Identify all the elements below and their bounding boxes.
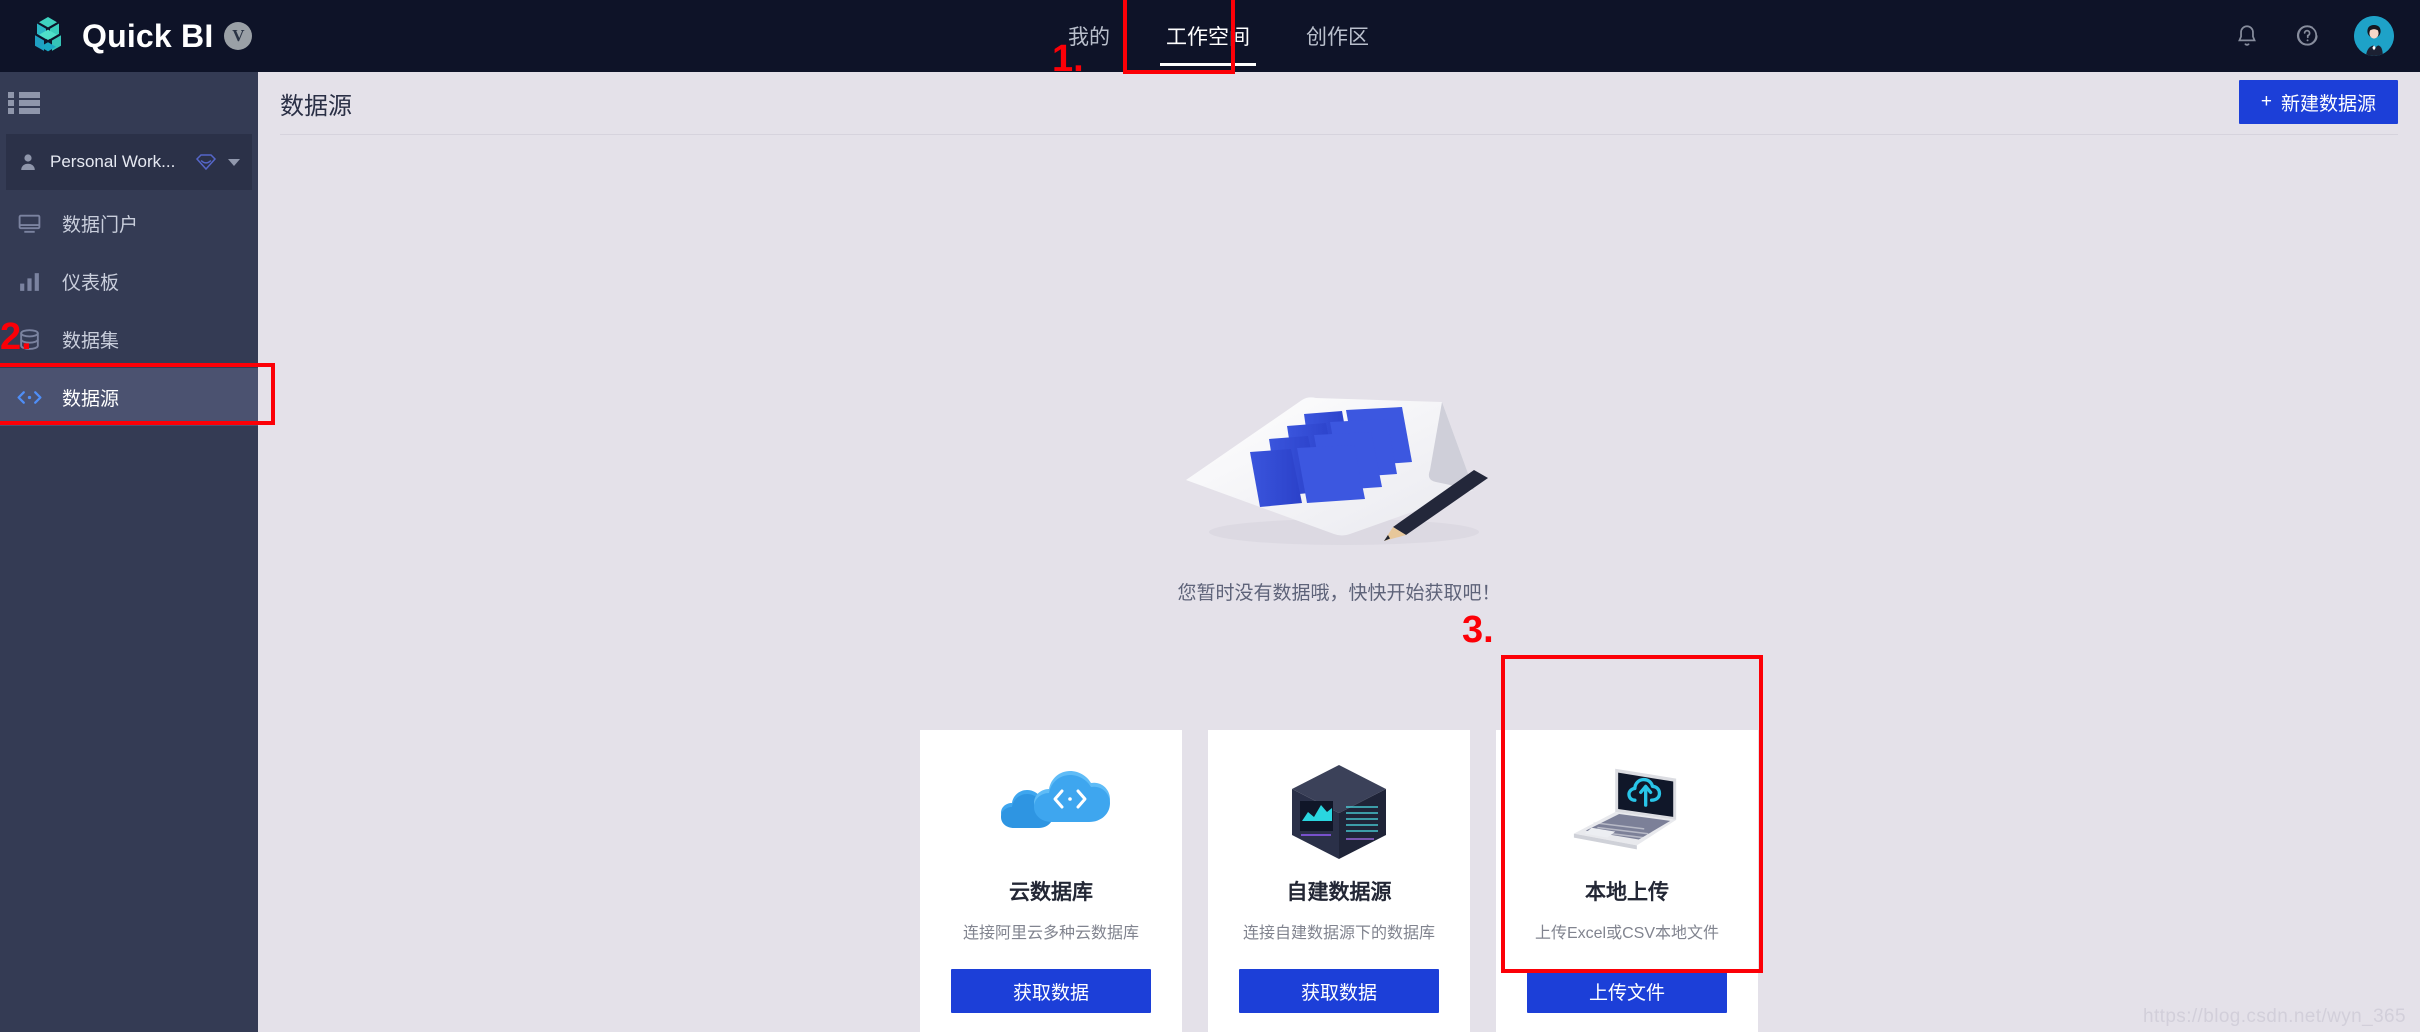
nav-item-creation-label: 创作区 — [1306, 26, 1369, 49]
new-datasource-button[interactable]: + 新建数据源 — [2238, 80, 2398, 124]
cube-database-icon — [1280, 756, 1398, 868]
card-self-built-datasource-desc: 连接自建数据源下的数据库 — [1242, 925, 1435, 942]
laptop-upload-icon — [1568, 756, 1686, 868]
bell-icon[interactable] — [2234, 23, 2260, 49]
chevron-down-icon[interactable] — [228, 158, 240, 166]
watermark: https://blog.csdn.net/wyn_365 — [2143, 1006, 2406, 1027]
workspace-selector[interactable]: Personal Work... — [6, 134, 252, 190]
page-header: 数据源 + 新建数据源 — [258, 72, 2420, 135]
header-actions — [2234, 0, 2394, 72]
nav-item-workspace[interactable]: 工作空间 — [1138, 0, 1278, 72]
nav-item-mine[interactable]: 我的 — [1040, 0, 1138, 72]
sidebar-item-datasource-label: 数据源 — [62, 388, 120, 410]
bar-chart-icon — [14, 268, 44, 294]
document-pencil-illustration — [1174, 372, 1504, 562]
plus-icon: + — [2260, 91, 2272, 112]
card-cloud-database-desc: 连接阿里云多种云数据库 — [962, 925, 1139, 942]
page-divider — [280, 134, 2398, 135]
empty-state-text: 您暂时没有数据哦，快快开始获取吧！ — [1177, 583, 1501, 604]
quick-bi-cube-icon — [26, 14, 70, 58]
empty-state: 您暂时没有数据哦，快快开始获取吧！ — [258, 372, 2420, 605]
sidebar-item-dashboard-label: 仪表板 — [62, 272, 120, 294]
sidebar-collapse-toggle[interactable] — [0, 72, 258, 134]
card-local-upload-desc: 上传Excel或CSV本地文件 — [1534, 925, 1720, 942]
sidebar-item-data-portal-label: 数据门户 — [62, 214, 139, 236]
sidebar: Personal Work... 数据门户 仪表板 数据集 数据源 — [0, 72, 258, 1032]
workspace-name: Personal Work... — [50, 152, 176, 171]
monitor-icon — [14, 210, 44, 236]
dataset-icon — [14, 326, 44, 352]
cloud-database-icon — [992, 756, 1110, 868]
top-header: Quick BI V 我的 工作空间 创作区 — [0, 0, 2420, 72]
main-content: 数据源 + 新建数据源 您暂时没有数据哦，快快开始获取吧！ 云数据库 连接阿里云… — [258, 72, 2420, 1032]
sidebar-nav-list: 数据门户 仪表板 数据集 数据源 — [0, 194, 258, 426]
card-self-built-datasource-title: 自建数据源 — [1286, 881, 1392, 904]
page-title: 数据源 — [280, 93, 352, 120]
new-datasource-button-label: 新建数据源 — [2280, 93, 2376, 115]
gem-icon — [195, 153, 217, 171]
quick-bi-app: Quick BI V 我的 工作空间 创作区 Personal Work... … — [0, 0, 2420, 1032]
user-avatar[interactable] — [2354, 16, 2394, 56]
code-brackets-icon — [14, 384, 44, 410]
main-nav: 我的 工作空间 创作区 — [1040, 0, 1397, 72]
person-icon — [18, 152, 38, 172]
nav-item-creation[interactable]: 创作区 — [1278, 0, 1397, 72]
nav-item-workspace-label: 工作空间 — [1166, 26, 1250, 49]
sidebar-item-dataset[interactable]: 数据集 — [0, 310, 258, 368]
nav-item-mine-label: 我的 — [1068, 26, 1110, 49]
card-cloud-database[interactable]: 云数据库 连接阿里云多种云数据库 获取数据 — [920, 730, 1182, 1032]
brand-name: Quick BI — [82, 17, 214, 54]
sidebar-item-dashboard[interactable]: 仪表板 — [0, 252, 258, 310]
sidebar-item-datasource[interactable]: 数据源 — [0, 368, 258, 426]
card-local-upload[interactable]: 本地上传 上传Excel或CSV本地文件 上传文件 — [1496, 730, 1758, 1032]
brand-version-badge: V — [224, 22, 253, 50]
list-menu-icon — [8, 92, 42, 114]
card-cloud-database-button[interactable]: 获取数据 — [951, 969, 1151, 1013]
datasource-cards: 云数据库 连接阿里云多种云数据库 获取数据 自建数据源 连接自建数据源下的数据库… — [258, 730, 2420, 1032]
card-self-built-datasource-button[interactable]: 获取数据 — [1239, 969, 1439, 1013]
help-icon[interactable] — [2294, 23, 2320, 49]
card-self-built-datasource[interactable]: 自建数据源 连接自建数据源下的数据库 获取数据 — [1208, 730, 1470, 1032]
card-cloud-database-title: 云数据库 — [1009, 881, 1093, 904]
sidebar-item-dataset-label: 数据集 — [62, 330, 120, 352]
card-local-upload-button[interactable]: 上传文件 — [1527, 969, 1727, 1013]
sidebar-item-data-portal[interactable]: 数据门户 — [0, 194, 258, 252]
card-local-upload-title: 本地上传 — [1585, 881, 1669, 904]
brand-logo[interactable]: Quick BI V — [26, 14, 253, 58]
